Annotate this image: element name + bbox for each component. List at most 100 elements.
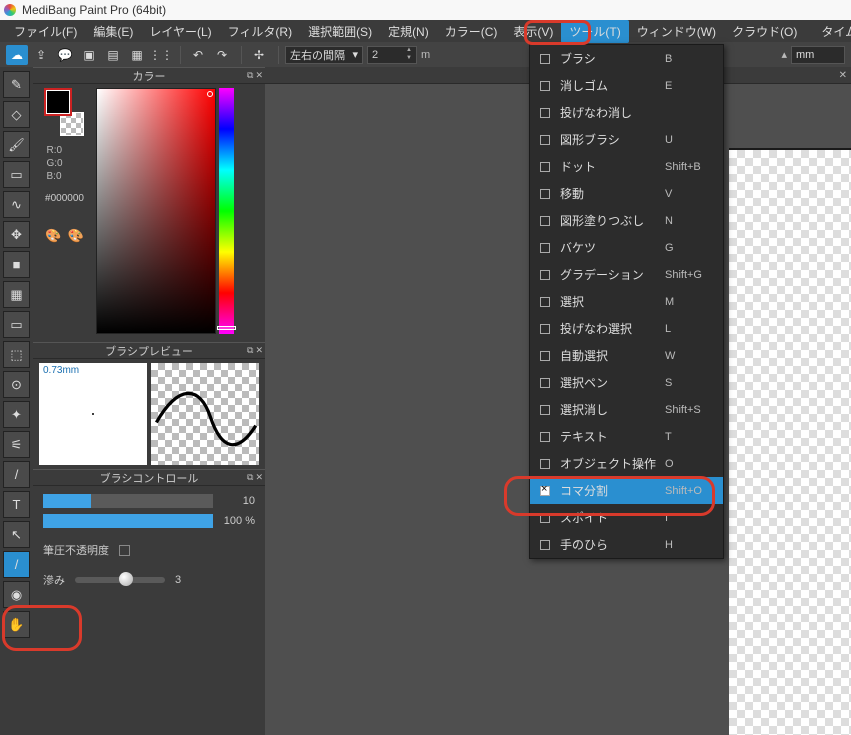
unit-select[interactable]: mm <box>791 46 845 64</box>
hue-slider-thumb[interactable] <box>217 326 236 330</box>
menu-クラウド[interactable]: クラウド(O) <box>724 20 805 43</box>
panel-close-icon[interactable]: ✕ <box>255 70 263 81</box>
tool-12[interactable]: ⚟ <box>3 431 30 458</box>
tool-0[interactable]: ✎ <box>3 71 30 98</box>
tools-menu-item[interactable]: 選択消しShift+S <box>530 396 723 423</box>
brush-control-title: ブラシコントロール <box>100 470 199 486</box>
tool-11[interactable]: ✦ <box>3 401 30 428</box>
tool-5[interactable]: ✥ <box>3 221 30 248</box>
spin-up-icon[interactable]: ▲ <box>402 47 416 55</box>
document-canvas[interactable] <box>729 148 851 735</box>
tools-menu-item[interactable]: 図形ブラシU <box>530 126 723 153</box>
comment-icon[interactable]: 💬 <box>54 45 76 65</box>
spacing-mode-select[interactable]: 左右の間隔 ▾ <box>285 46 363 64</box>
tools-menu-item[interactable]: ブラシB <box>530 45 723 72</box>
tools-menu-item[interactable]: 手のひらH <box>530 531 723 558</box>
document-icon[interactable]: ▤ <box>102 45 124 65</box>
spacing-value: 2 <box>372 49 378 61</box>
tools-menu-item[interactable]: 投げなわ選択L <box>530 315 723 342</box>
tools-menu-item[interactable]: 図形塗りつぶしN <box>530 207 723 234</box>
tool-3[interactable]: ▭ <box>3 161 30 188</box>
rgb-r: R:0 <box>47 144 83 157</box>
tool-8[interactable]: ▭ <box>3 311 30 338</box>
tool-18[interactable]: ✋ <box>3 611 30 638</box>
tool-1[interactable]: ◇ <box>3 101 30 128</box>
tools-menu-item[interactable]: 移動V <box>530 180 723 207</box>
panel-close-icon[interactable]: ✕ <box>255 472 263 483</box>
menu-item-checkbox <box>540 459 550 469</box>
tool-7[interactable]: ▦ <box>3 281 30 308</box>
menu-item-checkbox <box>540 243 550 253</box>
tool-icon: ▭ <box>10 317 22 333</box>
crosshair-icon[interactable]: ✢ <box>248 45 270 65</box>
tool-13[interactable]: / <box>3 461 30 488</box>
panel-close-icon[interactable]: ✕ <box>255 345 263 356</box>
tools-menu-item[interactable]: バケツG <box>530 234 723 261</box>
brush-size-slider[interactable] <box>43 494 213 508</box>
spread-slider-thumb[interactable] <box>119 572 133 586</box>
tools-menu-item[interactable]: グラデーションShift+G <box>530 261 723 288</box>
menu-タイムラプス[interactable]: タイムラプス <box>813 20 851 43</box>
menu-選択範囲[interactable]: 選択範囲(S) <box>300 20 380 43</box>
tool-2[interactable]: 🖌 <box>3 131 30 158</box>
menu-item-shortcut: M <box>665 296 723 308</box>
redo-icon[interactable]: ↷ <box>211 45 233 65</box>
spin-down-icon[interactable]: ▼ <box>402 55 416 63</box>
tool-14[interactable]: T <box>3 491 30 518</box>
tools-menu-item[interactable]: 消しゴムE <box>530 72 723 99</box>
tools-menu-item[interactable]: 選択M <box>530 288 723 315</box>
spacing-value-field[interactable]: 2 ▲▼ <box>367 46 417 64</box>
tools-menu-item[interactable]: 選択ペンS <box>530 369 723 396</box>
tool-icon: ✥ <box>11 227 22 243</box>
color-panel: R:0 G:0 B:0 #000000 🎨 🎨 <box>33 84 265 342</box>
undo-icon[interactable]: ↶ <box>187 45 209 65</box>
menu-表示[interactable]: 表示(V) <box>505 20 561 43</box>
menu-定規[interactable]: 定規(N) <box>380 20 437 43</box>
menu-item-label: グラデーション <box>560 266 665 283</box>
menu-レイヤー[interactable]: レイヤー(L) <box>141 20 219 43</box>
menu-item-label: ドット <box>560 158 665 175</box>
image-icon[interactable]: ▣ <box>78 45 100 65</box>
tool-10[interactable]: ⊙ <box>3 371 30 398</box>
tools-menu-dropdown: ブラシB消しゴムE投げなわ消し図形ブラシUドットShift+B移動V図形塗りつぶ… <box>529 44 724 559</box>
hue-slider[interactable] <box>219 88 234 334</box>
tools-menu-item[interactable]: ドットShift+B <box>530 153 723 180</box>
spread-slider[interactable] <box>75 577 165 583</box>
tools-menu-item[interactable]: 投げなわ消し <box>530 99 723 126</box>
menu-item-label: バケツ <box>560 239 665 256</box>
tools-menu-item[interactable]: オブジェクト操作O <box>530 450 723 477</box>
tools-menu-item[interactable]: 自動選択W <box>530 342 723 369</box>
dots-icon[interactable]: ⋮⋮ <box>150 45 172 65</box>
document-close-icon[interactable]: ✕ <box>839 70 847 81</box>
tool-17[interactable]: ◉ <box>3 581 30 608</box>
panel-popout-icon[interactable]: ⧉ <box>247 70 253 81</box>
palette-add-icon[interactable]: 🎨 <box>68 228 84 244</box>
pressure-opacity-label: 筆圧不透明度 <box>43 542 109 558</box>
grid-icon[interactable]: ▦ <box>126 45 148 65</box>
tool-15[interactable]: ↖ <box>3 521 30 548</box>
menu-ウィンドウ[interactable]: ウィンドウ(W) <box>629 20 724 43</box>
menu-ファイル[interactable]: ファイル(F) <box>6 20 85 43</box>
cloud-icon[interactable]: ☁ <box>6 45 28 65</box>
tools-menu-item[interactable]: テキストT <box>530 423 723 450</box>
menu-フィルタ[interactable]: フィルタ(R) <box>220 20 300 43</box>
brush-opacity-slider[interactable] <box>43 514 213 528</box>
export-icon[interactable]: ⇪ <box>30 45 52 65</box>
fg-color-swatch[interactable] <box>46 90 70 114</box>
palette-icon[interactable]: 🎨 <box>45 228 61 244</box>
color-swatch-stack[interactable] <box>42 90 88 136</box>
panel-popout-icon[interactable]: ⧉ <box>247 472 253 483</box>
pressure-opacity-checkbox[interactable] <box>119 545 130 556</box>
bg-color-swatch[interactable] <box>60 112 84 136</box>
menu-カラー[interactable]: カラー(C) <box>437 20 506 43</box>
tools-menu-item[interactable]: スポイトI <box>530 504 723 531</box>
tool-4[interactable]: ∿ <box>3 191 30 218</box>
menu-ツール[interactable]: ツール(T) <box>561 20 628 43</box>
tool-6[interactable]: ■ <box>3 251 30 278</box>
sv-color-picker[interactable] <box>96 88 216 334</box>
panel-popout-icon[interactable]: ⧉ <box>247 345 253 356</box>
tool-16[interactable]: / <box>3 551 30 578</box>
menu-編集[interactable]: 編集(E) <box>85 20 141 43</box>
tools-menu-item[interactable]: コマ分割Shift+O <box>530 477 723 504</box>
tool-9[interactable]: ⬚ <box>3 341 30 368</box>
